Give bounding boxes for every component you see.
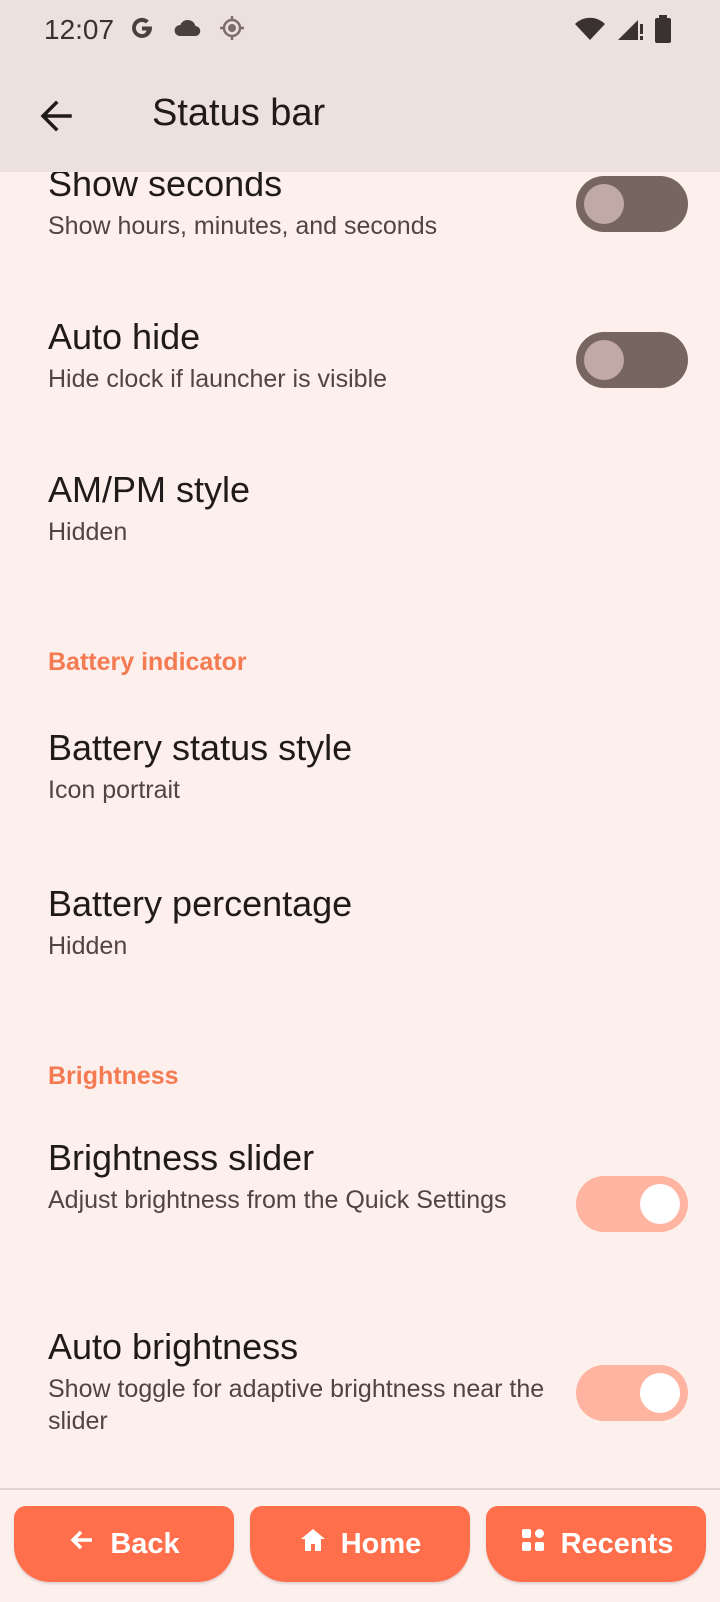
pref-title: Brightness slider — [48, 1137, 315, 1178]
recents-grid-icon — [519, 1526, 547, 1562]
pref-summary: Hidden — [48, 518, 128, 546]
page-title: Status bar — [152, 92, 326, 134]
auto-hide-switch[interactable] — [576, 332, 688, 388]
pref-summary: Icon portrait — [48, 776, 181, 804]
pref-title: Show seconds — [48, 172, 283, 204]
nav-recents-button[interactable]: Recents — [486, 1506, 706, 1582]
nav-home-label: Home — [340, 1527, 422, 1560]
switch-thumb — [640, 1184, 680, 1224]
pref-show-seconds[interactable]: Show seconds Show hours, minutes, and se… — [48, 172, 548, 242]
nav-home-button[interactable]: Home — [250, 1506, 470, 1582]
nav-back-button[interactable]: Back — [14, 1506, 234, 1582]
navigation-bar: Back Home Recents — [0, 1488, 720, 1602]
pref-title: Battery status style — [48, 727, 353, 768]
nav-recents-label: Recents — [560, 1527, 674, 1560]
pref-summary: Hide clock if launcher is visible — [48, 365, 388, 393]
section-header-brightness: Brightness — [48, 1062, 179, 1090]
pref-auto-hide[interactable]: Auto hide Hide clock if launcher is visi… — [48, 317, 548, 395]
pref-summary: Show hours, minutes, and seconds — [48, 212, 438, 240]
wifi-icon — [574, 16, 606, 47]
pref-battery-status-style[interactable]: Battery status style Icon portrait — [48, 728, 548, 806]
pref-summary: Hidden — [48, 932, 128, 960]
pref-title: Battery percentage — [48, 883, 353, 924]
pref-auto-brightness[interactable]: Auto brightness Show toggle for adaptive… — [48, 1327, 548, 1437]
google-icon — [128, 14, 156, 47]
pref-ampm-style[interactable]: AM/PM style Hidden — [48, 470, 548, 548]
battery-icon — [654, 14, 672, 49]
section-header-battery: Battery indicator — [48, 648, 247, 676]
switch-thumb — [584, 184, 624, 224]
back-arrow-icon[interactable] — [34, 94, 78, 138]
pref-summary: Show toggle for adaptive brightness near… — [48, 1375, 545, 1435]
arrow-left-icon — [68, 1526, 96, 1562]
pref-title: AM/PM style — [48, 469, 251, 510]
system-status-bar: 12:07 — [0, 0, 720, 64]
location-icon — [218, 14, 246, 47]
brightness-slider-switch[interactable] — [576, 1176, 688, 1232]
pref-brightness-slider[interactable]: Brightness slider Adjust brightness from… — [48, 1138, 548, 1216]
show-seconds-switch[interactable] — [576, 176, 688, 232]
nav-back-label: Back — [110, 1527, 180, 1560]
switch-thumb — [640, 1373, 680, 1413]
status-system-icons — [574, 14, 672, 49]
auto-brightness-switch[interactable] — [576, 1365, 688, 1421]
home-icon — [299, 1526, 327, 1562]
pref-title: Auto hide — [48, 316, 201, 357]
switch-thumb — [584, 340, 624, 380]
pref-summary: Adjust brightness from the Quick Setting… — [48, 1186, 507, 1214]
status-notification-icons — [128, 14, 246, 47]
pref-battery-percentage[interactable]: Battery percentage Hidden — [48, 884, 548, 962]
pref-title: Auto brightness — [48, 1326, 299, 1367]
settings-list[interactable]: Show seconds Show hours, minutes, and se… — [0, 172, 720, 1488]
app-bar: Status bar — [0, 64, 720, 172]
cloud-icon — [172, 16, 202, 45]
signal-icon — [616, 16, 644, 47]
status-time: 12:07 — [44, 14, 115, 45]
